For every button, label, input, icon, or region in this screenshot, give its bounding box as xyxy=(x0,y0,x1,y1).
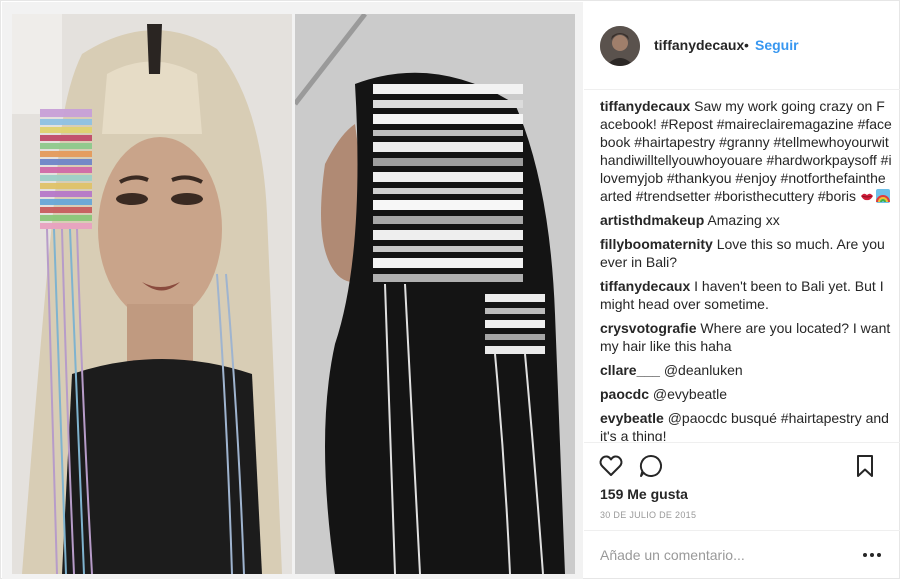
rainbow-emoji xyxy=(875,189,890,203)
comment-text: @deanluken xyxy=(663,362,743,378)
comment-username[interactable]: tiffanydecaux xyxy=(600,278,690,294)
comment: artisthdmakeup Amazing xx xyxy=(600,211,892,229)
comment-username[interactable]: evybeatle xyxy=(600,410,664,426)
post-header: tiffanydecaux • Seguir xyxy=(584,2,900,90)
comment: tiffanydecaux I haven't been to Bali yet… xyxy=(600,277,892,313)
comment-username[interactable]: cllare___ xyxy=(600,362,660,378)
comment-username[interactable]: artisthdmakeup xyxy=(600,212,704,228)
comment: cllare___ @deanluken xyxy=(600,361,892,379)
comment-username[interactable]: paocdc xyxy=(600,386,649,402)
avatar[interactable] xyxy=(600,26,640,66)
comments-list[interactable]: tiffanydecaux Saw my work going crazy on… xyxy=(600,97,892,441)
comment-username[interactable]: tiffanydecaux xyxy=(600,98,690,114)
comment-username[interactable]: crysvotografie xyxy=(600,320,696,336)
comment: evybeatle @paocdc busqué #hairtapestry a… xyxy=(600,409,892,441)
comment-bubble-icon[interactable] xyxy=(638,453,664,479)
post-media[interactable] xyxy=(2,2,583,579)
likes-count[interactable]: 159 Me gusta xyxy=(600,486,688,502)
header-separator: • xyxy=(744,37,749,53)
comment: crysvotografie Where are you located? I … xyxy=(600,319,892,355)
caption: tiffanydecaux Saw my work going crazy on… xyxy=(600,97,892,205)
comment-input[interactable] xyxy=(600,545,850,565)
instagram-post: tiffanydecaux • Seguir tiffanydecaux Saw… xyxy=(0,0,900,579)
post-date: 30 DE JULIO DE 2015 xyxy=(600,510,697,520)
add-comment-bar xyxy=(584,530,900,579)
header-username[interactable]: tiffanydecaux xyxy=(654,37,744,53)
follow-button[interactable]: Seguir xyxy=(755,37,799,53)
comment: paocdc @evybeatle xyxy=(600,385,892,403)
comment-text: Amazing xx xyxy=(707,212,780,228)
heart-icon[interactable] xyxy=(598,453,624,479)
comment: fillyboomaternity Love this so much. Are… xyxy=(600,235,892,271)
post-sidebar: tiffanydecaux • Seguir tiffanydecaux Saw… xyxy=(584,2,900,579)
bookmark-icon[interactable] xyxy=(852,453,878,479)
comment-text: @evybeatle xyxy=(652,386,728,402)
comment-username[interactable]: fillyboomaternity xyxy=(600,236,713,252)
photo-striped-hair-tapestry xyxy=(295,14,575,574)
photo-blonde-hair-tapestry xyxy=(12,14,292,574)
more-options-icon[interactable] xyxy=(862,547,882,563)
action-bar xyxy=(584,442,900,486)
kiss-mark-emoji xyxy=(860,189,874,203)
